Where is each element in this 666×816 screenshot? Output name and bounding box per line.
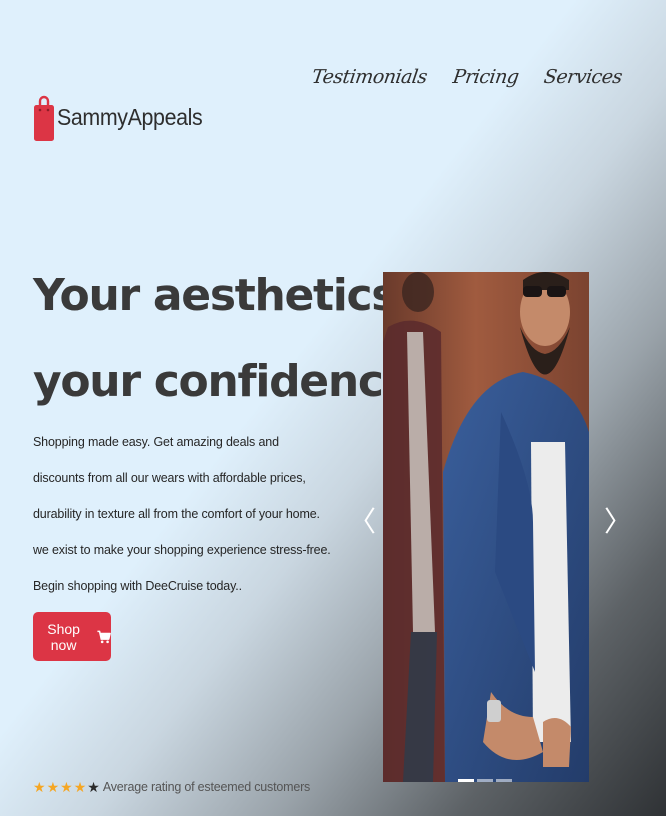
star-rating: ★ ★ ★ ★ ★	[33, 780, 100, 794]
hero-title: Your aesthetics is your confidence...	[33, 253, 459, 425]
chevron-left-icon: 〈	[348, 505, 377, 538]
star-filled-icon: ★	[46, 779, 60, 795]
star-empty-icon: ★	[87, 779, 100, 795]
hero-title-line-2: your confidence...	[33, 356, 459, 407]
top-nav: Testimonials Pricing Services	[310, 66, 624, 88]
carousel-indicator-1[interactable]	[458, 779, 474, 782]
carousel-next-button[interactable]: 〉	[604, 508, 632, 536]
hero-title-line-1: Your aesthetics is	[33, 270, 450, 321]
carousel-prev-button[interactable]: 〈	[348, 508, 376, 536]
brand-logo[interactable]: SammyAppeals	[33, 92, 213, 142]
hero-description: Shopping made easy. Get amazing deals an…	[33, 435, 331, 593]
nav-testimonials-link[interactable]: Testimonials	[310, 66, 428, 88]
shop-now-button[interactable]: Shop now	[33, 612, 111, 661]
star-filled-icon: ★	[33, 779, 46, 795]
star-filled-icon: ★	[60, 779, 73, 795]
brand-name: SammyAppeals	[57, 103, 203, 130]
rating-text: Average rating of esteemed customers	[102, 780, 311, 794]
nav-pricing-link[interactable]: Pricing	[451, 66, 520, 88]
carousel-indicator-3[interactable]	[496, 779, 512, 782]
model-photo	[383, 272, 589, 782]
carousel-indicator-2[interactable]	[477, 779, 493, 782]
shopping-bag-icon	[34, 95, 54, 141]
shop-now-label: Shop now	[47, 620, 80, 653]
star-filled-icon: ★	[73, 779, 87, 795]
carousel-indicators	[458, 779, 512, 782]
nav-services-link[interactable]: Services	[543, 66, 624, 88]
hero-carousel	[383, 272, 589, 782]
customer-rating: ★ ★ ★ ★ ★ Average rating of esteemed custome…	[33, 780, 310, 794]
chevron-right-icon: 〉	[604, 505, 633, 538]
cart-icon	[97, 630, 111, 643]
